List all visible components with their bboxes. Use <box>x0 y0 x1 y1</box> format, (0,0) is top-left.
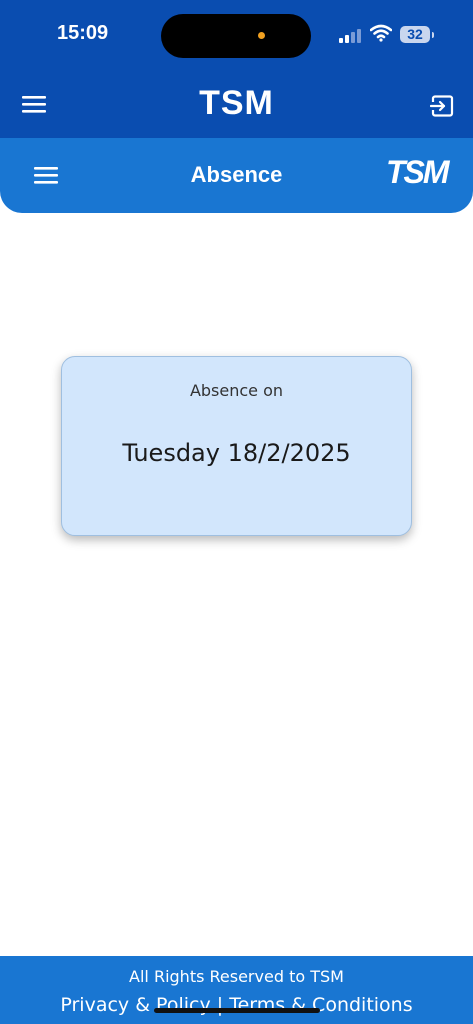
status-time: 15:09 <box>57 22 109 44</box>
app-title: TSM <box>199 84 274 122</box>
logout-icon[interactable] <box>430 94 454 118</box>
page-header: Absence TSM <box>0 138 473 213</box>
tsm-logo: TSM <box>386 154 450 190</box>
signal-icon <box>339 29 361 43</box>
battery-icon: 32 <box>400 26 430 43</box>
absence-label: Absence on <box>189 381 284 400</box>
app-bar: TSM <box>0 70 473 138</box>
battery-tip <box>432 32 434 38</box>
status-bar: 15:09 32 <box>0 0 473 70</box>
camera-indicator-dot <box>258 32 265 39</box>
home-indicator[interactable] <box>154 1008 320 1013</box>
absence-card: Absence on Tuesday 18/2/2025 <box>61 356 412 536</box>
absence-date: Tuesday 18/2/2025 <box>122 439 351 467</box>
wifi-icon <box>370 24 392 42</box>
dynamic-island <box>161 14 311 58</box>
footer: All Rights Reserved to TSM Privacy & Pol… <box>0 956 473 1024</box>
footer-rights: All Rights Reserved to TSM <box>129 967 344 986</box>
